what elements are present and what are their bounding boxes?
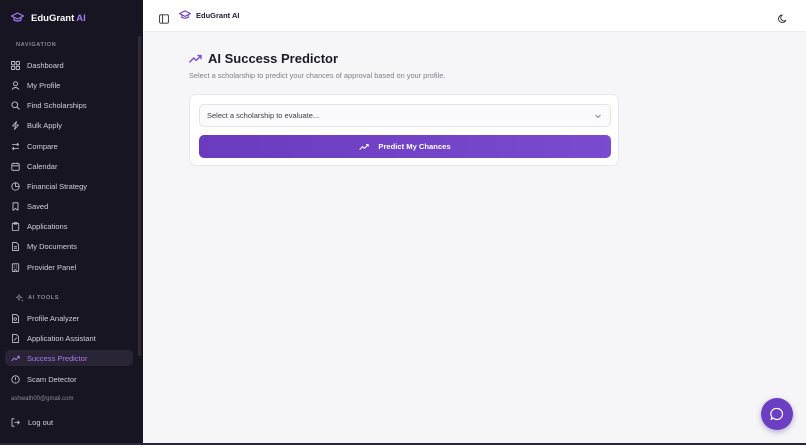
scholarship-select[interactable]: Select a scholarship to evaluate... xyxy=(199,104,611,127)
sidebar-item-label: Financial Strategy xyxy=(27,181,88,191)
page-title-text: AI Success Predictor xyxy=(208,51,339,66)
sidebar-item-financial-strategy[interactable]: Financial Strategy xyxy=(5,178,133,194)
navigation-section-label: NAVIGATION xyxy=(16,42,57,48)
document-icon xyxy=(12,241,19,251)
sidebar-item-calendar[interactable]: Calendar xyxy=(5,158,133,174)
top-bar: EduGrant AI xyxy=(143,0,806,32)
chat-button[interactable] xyxy=(761,398,793,430)
sidebar: EduGrant AI NAVIGATION Dashboard My Profi… xyxy=(0,0,143,443)
file-edit-icon xyxy=(12,333,19,343)
sidebar-item-label: Bulk Apply xyxy=(27,120,63,130)
trend-icon xyxy=(11,355,20,361)
sidebar-item-label: Provider Panel xyxy=(27,262,77,272)
sidebar-item-profile-analyzer[interactable]: Profile Analyzer xyxy=(5,310,133,326)
sidebar-toggle-icon xyxy=(159,14,169,24)
predictor-card: Select a scholarship to evaluate... Pred… xyxy=(189,94,619,166)
page-subtitle: Select a scholarship to predict your cha… xyxy=(189,71,446,80)
clipboard-icon xyxy=(11,221,20,231)
calendar-icon xyxy=(11,162,20,171)
compare-icon xyxy=(11,142,20,150)
sidebar-item-label: Application Assistant xyxy=(27,333,96,343)
graduation-cap-icon xyxy=(179,10,191,19)
ai-tools-section-label: AI TOOLS xyxy=(16,294,59,302)
sidebar-scrollbar[interactable] xyxy=(138,36,141,356)
logout-button[interactable]: Log out xyxy=(11,418,53,427)
building-icon xyxy=(11,262,20,272)
sidebar-item-label: Success Predictor xyxy=(27,353,88,363)
chevron-down-icon xyxy=(595,114,601,119)
sidebar-item-compare[interactable]: Compare xyxy=(5,138,133,154)
ai-tools-label-text: AI TOOLS xyxy=(28,295,60,301)
sidebar-item-label: Calendar xyxy=(27,161,58,171)
graduation-cap-icon xyxy=(11,11,24,22)
scholarship-select-placeholder: Select a scholarship to evaluate... xyxy=(207,111,320,120)
sidebar-item-find-scholarships[interactable]: Find Scholarships xyxy=(5,97,133,113)
sidebar-item-label: Profile Analyzer xyxy=(27,313,80,323)
sidebar-item-label: Applications xyxy=(27,221,68,231)
sidebar-item-success-predictor[interactable]: Success Predictor xyxy=(5,350,133,366)
sidebar-item-provider-panel[interactable]: Provider Panel xyxy=(5,259,133,275)
sidebar-item-label: Compare xyxy=(27,141,58,151)
sidebar-item-dashboard[interactable]: Dashboard xyxy=(5,57,133,73)
chat-bubble-icon xyxy=(770,407,784,421)
topbar-brand[interactable]: EduGrant AI xyxy=(179,10,239,20)
page-title: AI Success Predictor xyxy=(189,51,338,66)
sidebar-item-label: Scam Detector xyxy=(27,374,77,384)
logout-label: Log out xyxy=(28,418,54,427)
sidebar-item-label: Find Scholarships xyxy=(27,100,87,110)
topbar-title: EduGrant AI xyxy=(196,10,240,20)
sidebar-item-label: My Documents xyxy=(27,241,78,251)
trend-icon xyxy=(189,54,202,63)
moon-icon xyxy=(778,14,787,24)
trend-icon xyxy=(359,143,370,150)
predict-button-label: Predict My Chances xyxy=(378,142,451,151)
sidebar-toggle-button[interactable] xyxy=(159,11,169,29)
sidebar-item-applications[interactable]: Applications xyxy=(5,218,133,234)
brand[interactable]: EduGrant AI xyxy=(11,10,86,24)
sidebar-item-bulk-apply[interactable]: Bulk Apply xyxy=(5,117,133,133)
user-email: ashwath00@gmail.com xyxy=(11,396,74,402)
sidebar-item-label: Saved xyxy=(27,201,49,211)
predict-button[interactable]: Predict My Chances xyxy=(199,135,611,158)
grid-icon xyxy=(11,60,20,70)
pie-icon xyxy=(11,181,20,191)
sidebar-item-saved[interactable]: Saved xyxy=(5,198,133,214)
theme-toggle-button[interactable] xyxy=(778,11,788,29)
sidebar-item-scam-detector[interactable]: Scam Detector xyxy=(5,371,133,387)
sidebar-item-my-profile[interactable]: My Profile xyxy=(5,77,133,93)
sidebar-item-label: My Profile xyxy=(27,80,61,90)
sidebar-item-label: Dashboard xyxy=(27,60,64,70)
brand-name: EduGrant xyxy=(31,13,75,24)
alert-icon xyxy=(11,374,20,384)
bolt-icon xyxy=(12,120,19,130)
sidebar-item-my-documents[interactable]: My Documents xyxy=(5,238,133,254)
bookmark-icon xyxy=(12,201,19,211)
sidebar-item-application-assistant[interactable]: Application Assistant xyxy=(5,330,133,346)
file-search-icon xyxy=(12,313,19,323)
sparkles-icon xyxy=(16,294,24,302)
brand-suffix: AI xyxy=(76,13,86,24)
user-icon xyxy=(11,80,20,90)
search-icon xyxy=(11,100,20,110)
logout-icon xyxy=(11,418,20,427)
